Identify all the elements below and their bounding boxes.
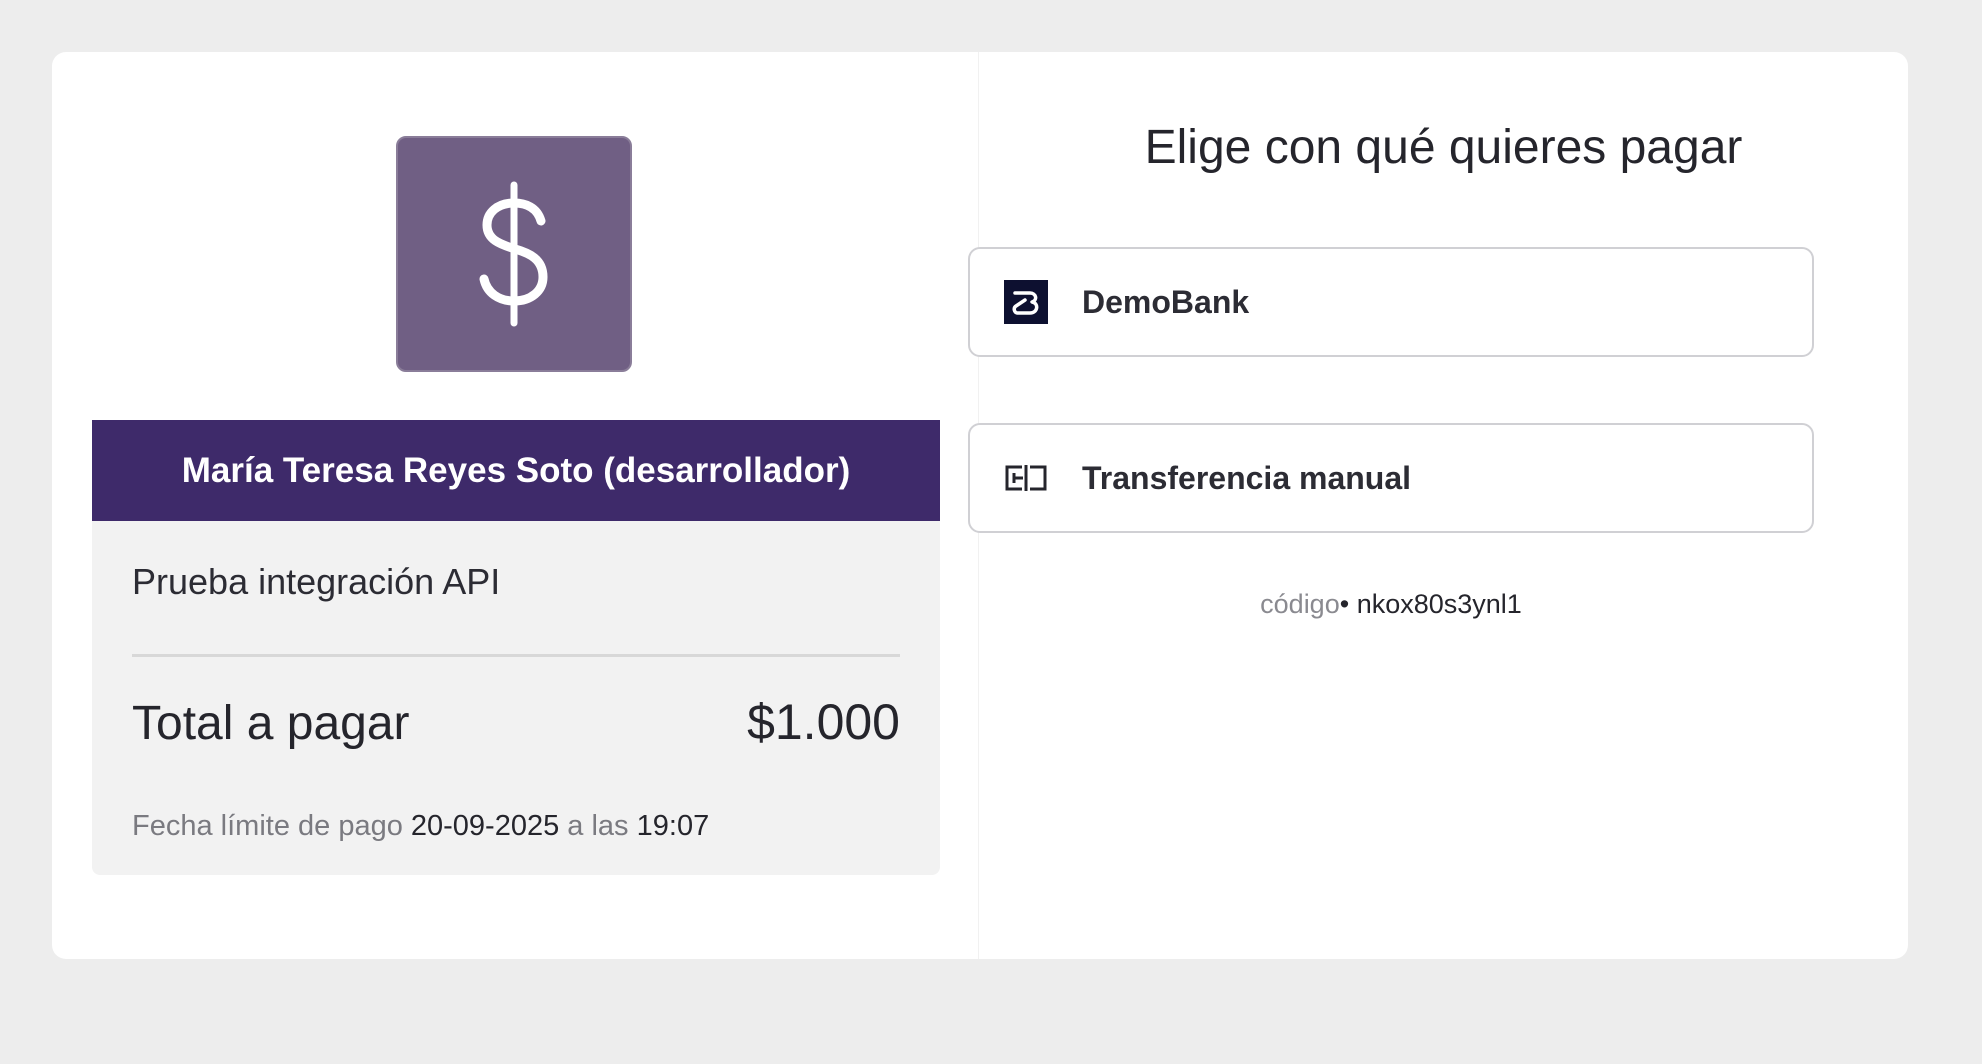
due-middle: a las: [567, 810, 629, 842]
merchant-name: María Teresa Reyes Soto (desarrollador): [181, 450, 851, 490]
order-summary-panel: María Teresa Reyes Soto (desarrollador) …: [52, 52, 979, 959]
transfer-icon: [1004, 456, 1048, 500]
method-demobank-label: DemoBank: [1082, 283, 1250, 320]
due-date: 20-09-2025: [410, 810, 560, 842]
payment-summary: Prueba integración API Total a pagar $1.…: [92, 521, 940, 875]
code-value: nkox80s3ynl1: [1356, 589, 1522, 619]
demobank-logo-icon: [1004, 280, 1048, 324]
payment-description: Prueba integración API: [132, 561, 501, 602]
due-time: 19:07: [636, 810, 710, 842]
code-separator: •: [1339, 589, 1350, 619]
due-date-line: Fecha límite de pago 20-09-2025 a las 19…: [132, 810, 709, 843]
divider: [132, 654, 900, 657]
total-amount: $1.000: [747, 694, 900, 750]
payment-heading: Elige con qué quieres pagar: [1144, 121, 1743, 174]
total-label: Total a pagar: [132, 697, 410, 750]
method-manual-transfer-label: Transferencia manual: [1082, 459, 1412, 496]
merchant-logo: [396, 136, 632, 372]
due-prefix: Fecha límite de pago: [132, 810, 403, 842]
code-label: código: [1260, 589, 1340, 619]
method-manual-transfer-button[interactable]: Transferencia manual: [968, 423, 1814, 533]
method-demobank-button[interactable]: DemoBank: [968, 247, 1814, 357]
dollar-sign-icon: [479, 181, 548, 327]
total-row: Total a pagar $1.000: [132, 693, 900, 751]
merchant-name-bar: María Teresa Reyes Soto (desarrollador): [92, 420, 940, 521]
payment-code: código• nkox80s3ynl1: [926, 589, 1856, 620]
